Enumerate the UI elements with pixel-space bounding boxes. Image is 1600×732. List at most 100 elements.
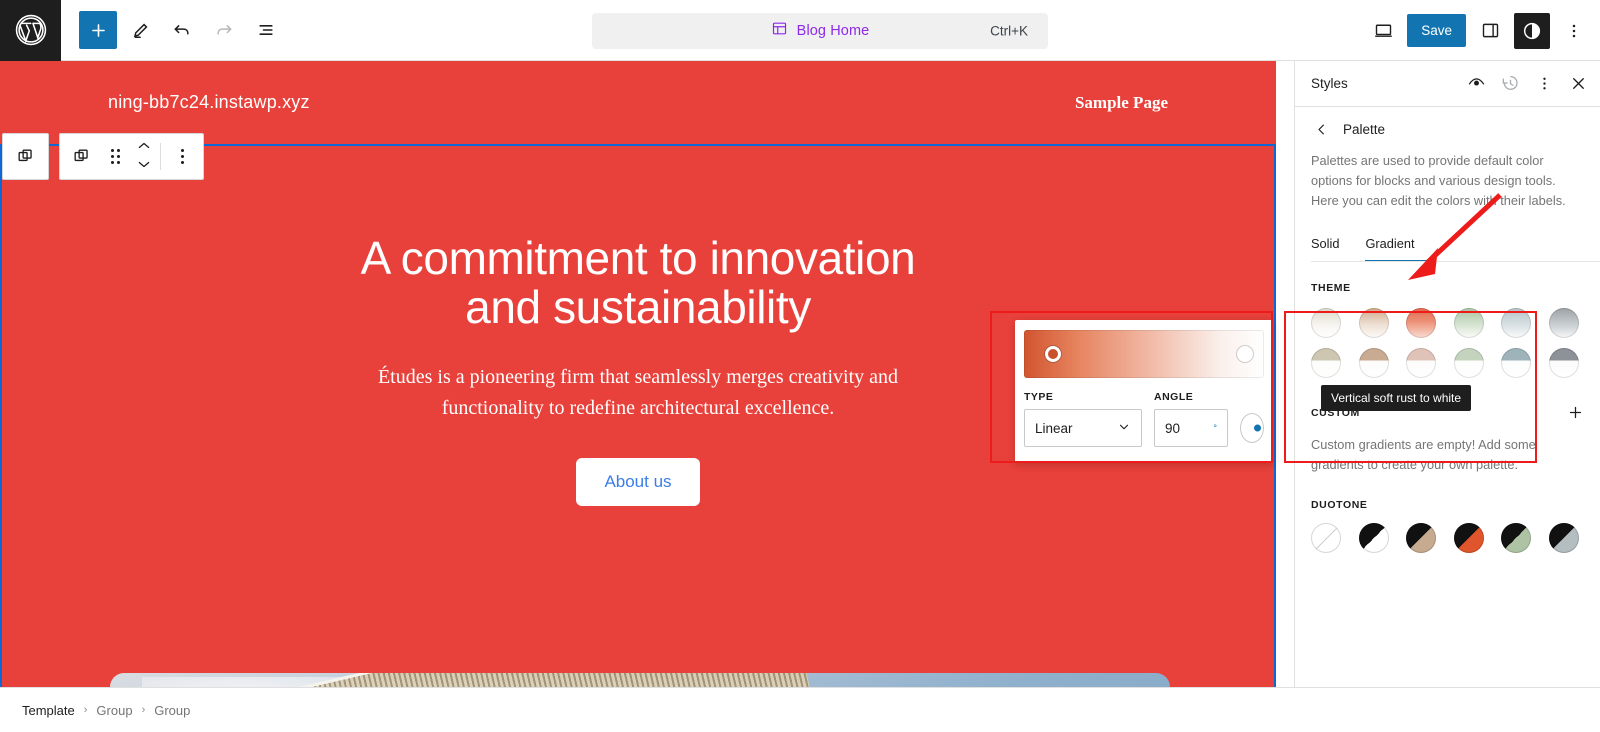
gradient-swatch-vertical-soft-rust-to-white[interactable] [1406,308,1436,339]
palette-body: Palettes are used to provide default col… [1295,151,1600,554]
theme-label: THEME [1311,282,1351,295]
tab-solid[interactable]: Solid [1311,232,1351,262]
editor-top-bar: Blog Home Ctrl+K Save [0,0,1600,61]
about-us-button[interactable]: About us [576,457,700,506]
gradient-swatch-diagonal-rust-to-white[interactable] [1406,348,1436,379]
drag-dots [110,149,120,164]
options-vertical-icon[interactable] [1528,68,1560,100]
nav-item-sample-page[interactable]: Sample Page [1075,93,1168,113]
duotone-swatch-duotone-none[interactable] [1311,523,1341,554]
theme-section: THEME [1311,282,1584,379]
revisions-history-icon[interactable] [1494,68,1526,100]
breadcrumb-separator: › [83,704,88,716]
redo-button[interactable] [205,11,243,49]
chevron-down-icon [1117,420,1131,437]
angle-degree-unit: ° [1213,423,1217,433]
gradient-swatch-diagonal-gray-to-white[interactable] [1548,348,1579,379]
gradient-swatch-vertical-soft-gray-to-white[interactable] [1548,308,1579,339]
gradient-swatch-vertical-soft-blue-to-white[interactable] [1501,308,1531,339]
custom-empty-text: Custom gradients are empty! Add some gra… [1311,437,1536,473]
duotone-swatch-duotone-black-white[interactable] [1358,523,1389,554]
palette-title: Palette [1343,121,1386,137]
gradient-swatch-diagonal-tan-to-white[interactable] [1358,348,1389,379]
styles-sidebar-header: Styles [1295,61,1600,107]
chevron-left-icon[interactable] [1311,119,1331,139]
duotone-label: DUOTONE [1311,499,1368,512]
gradient-swatch-diagonal-green-to-white[interactable] [1453,348,1484,379]
chevron-down-icon[interactable] [136,157,152,175]
angle-dial-control[interactable] [1240,413,1264,443]
duotone-swatch-duotone-black-orange[interactable] [1453,523,1484,554]
angle-label: ANGLE [1154,391,1194,403]
gradient-angle-input[interactable]: 90 ° [1154,409,1228,447]
gradient-preview-bar[interactable] [1024,330,1264,378]
gradient-stop-start[interactable] [1044,346,1061,362]
styles-panel-title: Styles [1311,76,1348,91]
list-view-button[interactable] [247,11,285,49]
breadcrumb-item-group-1[interactable]: Group [96,703,132,718]
breadcrumb-item-template[interactable]: Template [22,703,75,718]
gradient-type-select[interactable]: Linear [1024,409,1142,447]
duotone-swatch-duotone-black-green[interactable] [1501,523,1531,554]
breadcrumb-separator: › [141,704,146,716]
site-header: ning-bb7c24.instawp.xyz Sample Page [0,61,1276,144]
wordpress-logo-icon[interactable] [0,0,61,61]
hero-paragraph[interactable]: Études is a pioneering firm that seamles… [358,362,918,424]
vertical-dots [180,149,184,164]
styles-header-actions [1460,68,1594,100]
document-title-bar[interactable]: Blog Home Ctrl+K [592,13,1048,49]
gradient-angle-value: 90 [1165,420,1181,436]
gradient-swatch-vertical-soft-green-to-white[interactable] [1453,308,1484,339]
gradient-type-control: TYPE Linear [1024,391,1142,447]
angle-dial-handle[interactable] [1254,424,1261,432]
command-shortcut: Ctrl+K [990,23,1028,39]
hero-architecture-image[interactable] [110,673,1170,687]
block-options-icon[interactable] [161,134,203,179]
duotone-swatch-duotone-black-gray[interactable] [1548,523,1579,554]
hero-heading[interactable]: A commitment to innovation and sustainab… [2,234,1274,332]
custom-section: CUSTOM Custom gradients are empty! Add s… [1311,404,1584,475]
gradient-angle-control: ANGLE 90 ° [1154,391,1228,447]
settings-sidebar-icon[interactable] [1472,13,1508,49]
block-movers[interactable] [128,134,160,179]
breadcrumb-item-group-2[interactable]: Group [154,703,190,718]
type-label: TYPE [1024,391,1054,403]
style-book-eye-icon[interactable] [1460,68,1492,100]
block-toolbar [59,133,204,180]
gradient-swatch-diagonal-blue-to-white[interactable] [1501,348,1531,379]
styles-sidebar: Styles Palette Palettes are used to prov… [1294,61,1600,687]
tab-gradient[interactable]: Gradient [1351,232,1427,263]
desktop-icon[interactable] [1365,13,1401,49]
document-title-inner: Blog Home [771,20,870,42]
wordpress-site-editor: Blog Home Ctrl+K Save ning-bb7c24.instaw… [0,0,1600,732]
tabs-underline [1311,261,1600,263]
gradient-swatch-vertical-soft-tan-to-white[interactable] [1358,308,1389,339]
undo-button[interactable] [163,11,201,49]
palette-description: Palettes are used to provide default col… [1311,153,1566,208]
palette-nav-row: Palette [1295,107,1600,151]
chevron-up-icon[interactable] [136,138,152,156]
document-title: Blog Home [796,23,870,39]
palette-tabs: Solid Gradient [1311,232,1600,263]
group-block-icon[interactable] [60,134,102,179]
block-inserter-button[interactable] [79,11,117,49]
save-button[interactable]: Save [1407,14,1466,47]
hero-heading-line-2: and sustainability [465,280,811,333]
drag-handle-icon[interactable] [102,134,128,179]
site-url-title[interactable]: ning-bb7c24.instawp.xyz [108,92,310,113]
gradient-swatch-vertical-soft-beige-to-white[interactable] [1311,308,1341,339]
gradient-swatch-diagonal-beige-to-white[interactable] [1311,348,1341,379]
theme-gradient-swatches [1311,308,1584,379]
duotone-swatch-duotone-black-tan[interactable] [1406,523,1436,554]
top-bar-right-actions: Save [1365,0,1592,61]
edit-tool-button[interactable] [121,11,159,49]
gradient-picker-popover: TYPE Linear ANGLE 90 ° [1015,320,1273,463]
duotone-swatches [1311,523,1584,554]
styles-contrast-icon[interactable] [1514,12,1550,49]
options-vertical-icon[interactable] [1556,13,1592,49]
hero-heading-line-1: A commitment to innovation [360,232,916,284]
gradient-stop-end[interactable] [1236,346,1253,362]
add-custom-gradient-plus-icon[interactable] [1567,404,1584,421]
select-parent-group-icon[interactable] [2,133,49,180]
close-icon[interactable] [1562,68,1594,100]
